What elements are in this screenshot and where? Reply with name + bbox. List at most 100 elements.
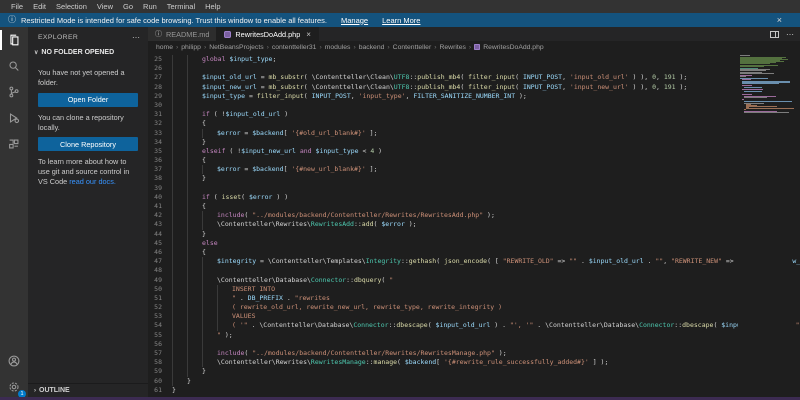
menu-item-file[interactable]: File bbox=[6, 0, 28, 13]
code-line[interactable]: 33$error = $backend[ '{#old_url_blank#}'… bbox=[148, 129, 800, 138]
code-line[interactable]: 58\Contentteller\Rewrites\RewritesManage… bbox=[148, 358, 800, 367]
run-debug-icon[interactable] bbox=[0, 105, 28, 131]
breadcrumb-segment[interactable]: Rewrites bbox=[439, 44, 465, 51]
code-line[interactable]: 37$error = $backend[ '{#new_url_blank#}'… bbox=[148, 165, 800, 174]
read-our-docs-link[interactable]: read our docs. bbox=[69, 177, 116, 186]
code-line[interactable]: 32{ bbox=[148, 119, 800, 128]
line-number: 35 bbox=[148, 147, 168, 156]
code-line[interactable]: 60} bbox=[148, 377, 800, 386]
line-number: 60 bbox=[148, 377, 168, 386]
open-folder-button[interactable]: Open Folder bbox=[38, 93, 138, 107]
breadcrumb-segment[interactable]: philipp bbox=[181, 44, 201, 51]
code-line[interactable]: 31if ( !$input_old_url ) bbox=[148, 110, 800, 119]
breadcrumb-segment[interactable]: contentteller31 bbox=[272, 44, 317, 51]
code-line[interactable]: 29$input_type = filter_input( INPUT_POST… bbox=[148, 92, 800, 101]
outline-section-header[interactable]: › OUTLINE bbox=[28, 383, 148, 397]
minimap-row bbox=[746, 106, 777, 107]
explorer-icon[interactable] bbox=[0, 27, 28, 53]
minimap-row bbox=[744, 112, 789, 113]
close-icon[interactable]: × bbox=[306, 30, 311, 39]
code-line[interactable]: 59} bbox=[148, 367, 800, 376]
minimap-row bbox=[744, 97, 767, 98]
menu-bar: FileEditSelectionViewGoRunTerminalHelp bbox=[0, 0, 800, 13]
chevron-down-icon: ∨ bbox=[34, 49, 38, 56]
code-line[interactable]: 30 bbox=[148, 101, 800, 110]
breadcrumb-separator: › bbox=[319, 44, 321, 51]
code-line[interactable]: 34} bbox=[148, 138, 800, 147]
line-number: 30 bbox=[148, 101, 168, 110]
breadcrumb-segment[interactable]: backend bbox=[359, 44, 385, 51]
menu-item-run[interactable]: Run bbox=[138, 0, 162, 13]
code-line[interactable]: 53VALUES bbox=[148, 312, 800, 321]
code-line[interactable]: 55" ); bbox=[148, 331, 800, 340]
code-line[interactable]: 42include( "../modules/backend/Contentte… bbox=[148, 211, 800, 220]
split-editor-icon[interactable] bbox=[770, 31, 779, 38]
source-control-icon[interactable] bbox=[0, 79, 28, 105]
code-line[interactable]: 46{ bbox=[148, 248, 800, 257]
editor-more-actions-icon[interactable]: ⋯ bbox=[786, 30, 794, 39]
menu-item-edit[interactable]: Edit bbox=[28, 0, 51, 13]
breadcrumb-segment[interactable]: home bbox=[156, 44, 173, 51]
code-line[interactable]: 39 bbox=[148, 184, 800, 193]
minimap-row bbox=[742, 83, 779, 84]
line-number: 59 bbox=[148, 367, 168, 376]
sidebar-more-actions-icon[interactable]: ⋯ bbox=[132, 33, 140, 42]
breadcrumb-segment[interactable]: modules bbox=[325, 44, 351, 51]
breadcrumb-segment[interactable]: NetBeansProjects bbox=[209, 44, 263, 51]
code-line[interactable]: 61} bbox=[148, 386, 800, 395]
code-line[interactable]: 45else bbox=[148, 239, 800, 248]
line-number: 40 bbox=[148, 193, 168, 202]
code-line[interactable]: 35elseif ( !$input_new_url and $input_ty… bbox=[148, 147, 800, 156]
line-number: 55 bbox=[148, 331, 168, 340]
code-line[interactable]: 54( '" . \Contentteller\Database\Connect… bbox=[148, 321, 800, 330]
code-line[interactable]: 26 bbox=[148, 64, 800, 73]
activity-bar: 1 bbox=[0, 27, 28, 400]
code-line[interactable]: 44} bbox=[148, 230, 800, 239]
menu-item-terminal[interactable]: Terminal bbox=[162, 0, 200, 13]
section-no-folder-opened[interactable]: ∨ NO FOLDER OPENED bbox=[28, 46, 148, 59]
code-line[interactable]: 41{ bbox=[148, 202, 800, 211]
code-line[interactable]: 43\Contentteller\Rewrites\RewritesAdd::a… bbox=[148, 220, 800, 229]
line-number: 47 bbox=[148, 257, 168, 266]
account-icon[interactable] bbox=[0, 348, 28, 374]
extensions-icon[interactable] bbox=[0, 131, 28, 157]
tab-readme-md[interactable]: ⓘREADME.md bbox=[148, 27, 217, 41]
menu-item-help[interactable]: Help bbox=[200, 0, 225, 13]
breadcrumb-separator: › bbox=[353, 44, 355, 51]
minimap-row bbox=[740, 55, 750, 56]
tab-rewritesdoadd-php[interactable]: RewritesDoAdd.php× bbox=[217, 27, 319, 41]
code-line[interactable]: 50INSERT INTO bbox=[148, 285, 800, 294]
minimap[interactable] bbox=[738, 55, 792, 400]
minimap-row bbox=[744, 109, 746, 110]
code-line[interactable]: 27$input_old_url = mb_substr( \Contentte… bbox=[148, 73, 800, 82]
manage-link[interactable]: Manage bbox=[341, 16, 368, 25]
breadcrumb-segment[interactable]: Contentteller bbox=[393, 44, 432, 51]
code-line[interactable]: 25global $input_type; bbox=[148, 55, 800, 64]
code-line[interactable]: 57include( "../modules/backend/Contentte… bbox=[148, 349, 800, 358]
code-line[interactable]: 56 bbox=[148, 340, 800, 349]
line-number: 43 bbox=[148, 220, 168, 229]
line-number: 45 bbox=[148, 239, 168, 248]
clone-repository-button[interactable]: Clone Repository bbox=[38, 137, 138, 151]
code-line[interactable]: 52( rewrite_old_url, rewrite_new_url, re… bbox=[148, 303, 800, 312]
code-line[interactable]: 48 bbox=[148, 266, 800, 275]
code-line[interactable]: 38} bbox=[148, 174, 800, 183]
code-line[interactable]: 51" . DB_PREFIX . "rewrites bbox=[148, 294, 800, 303]
code-line[interactable]: 47$integrity = \Contentteller\Templates\… bbox=[148, 257, 800, 266]
line-number: 56 bbox=[148, 340, 168, 349]
banner-close-icon[interactable]: × bbox=[767, 15, 792, 25]
search-icon[interactable] bbox=[0, 53, 28, 79]
code-line[interactable]: 36{ bbox=[148, 156, 800, 165]
menu-item-view[interactable]: View bbox=[92, 0, 118, 13]
minimap-row bbox=[740, 76, 746, 77]
code-line[interactable]: 40if ( isset( $error ) ) bbox=[148, 193, 800, 202]
code-line[interactable]: 49\Contentteller\Database\Connector::dbq… bbox=[148, 276, 800, 285]
code-editor[interactable]: 25global $input_type;2627$input_old_url … bbox=[148, 53, 800, 400]
breadcrumb-file[interactable]: RewritesDoAdd.php bbox=[483, 44, 543, 51]
menu-item-selection[interactable]: Selection bbox=[51, 0, 92, 13]
menu-item-go[interactable]: Go bbox=[118, 0, 138, 13]
minimap-row bbox=[740, 66, 764, 67]
learn-more-link[interactable]: Learn More bbox=[382, 16, 420, 25]
code-line[interactable]: 28$input_new_url = mb_substr( \Contentte… bbox=[148, 83, 800, 92]
line-number: 48 bbox=[148, 266, 168, 275]
